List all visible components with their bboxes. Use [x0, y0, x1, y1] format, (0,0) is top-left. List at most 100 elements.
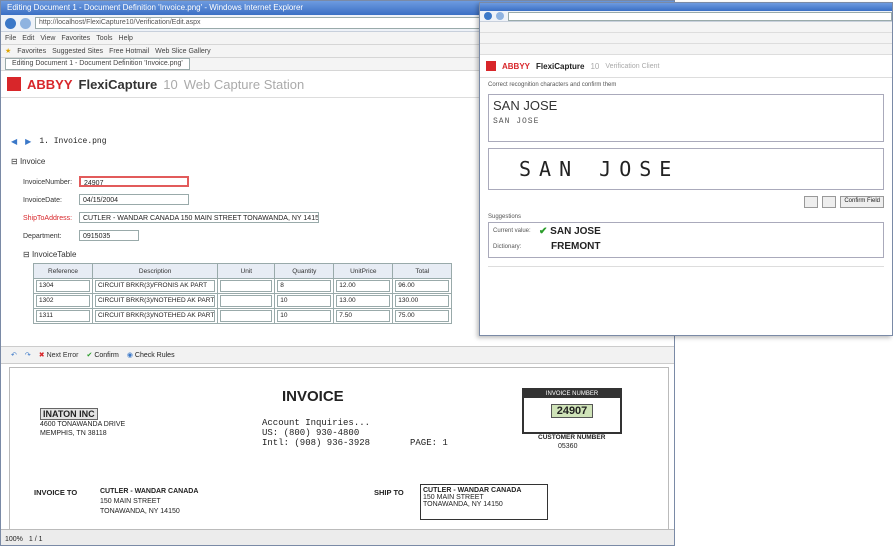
handwriting-image-panel[interactable]: SAN JOSE [488, 148, 884, 190]
browser-tab[interactable]: Editing Document 1 - Document Definition… [5, 58, 190, 70]
back-icon[interactable] [484, 12, 492, 20]
collapse-icon[interactable]: ⊟ [11, 157, 18, 166]
table-cell[interactable] [220, 295, 273, 307]
verification-toolbar: ↶ ↷ ✖ Next Error ✔ Confirm ◉ Check Rules [1, 346, 674, 364]
table-cell[interactable]: 1302 [36, 295, 90, 307]
invoice-number-value: 24907 [551, 404, 593, 418]
table-cell[interactable]: CIRCUIT BRKR(3)/FRONIS AK PART [95, 280, 216, 292]
confirm-field-button[interactable]: Confirm Field [840, 196, 884, 208]
company-name: INATON INC [40, 408, 98, 420]
page-label: PAGE: [410, 438, 438, 448]
table-cell[interactable]: 7.50 [336, 310, 391, 322]
next-error-label: Next Error [46, 352, 79, 359]
suggestion-item[interactable]: FREMONT [551, 241, 600, 252]
table-cell[interactable]: 10 [277, 295, 332, 307]
invoice-to-line-2: 150 MAIN STREET [100, 498, 161, 505]
brand-version: 10 [163, 76, 178, 92]
company-address-2: MEMPHIS, TN 38118 [40, 430, 107, 437]
redo-icon[interactable]: ↷ [25, 351, 31, 359]
us-phone: US: (800) 930-4800 [262, 428, 360, 438]
previous-icon[interactable] [804, 196, 819, 208]
brand-product: FlexiCapture [78, 76, 158, 92]
recognized-value-raw: SAN JOSE [493, 117, 540, 126]
column-header[interactable]: Total [392, 263, 453, 279]
table-cell[interactable]: 1311 [36, 310, 90, 322]
table-row: 1302 CIRCUIT BRKR(3)/NOTEHED AK PART 10 … [33, 293, 453, 309]
page-indicator[interactable]: 1 / 1 [29, 536, 43, 543]
next-doc-icon[interactable]: ▶ [25, 137, 31, 146]
prev-doc-icon[interactable]: ◀ [11, 137, 17, 146]
table-cell[interactable]: 1304 [36, 280, 90, 292]
confirm-button[interactable]: ✔ Confirm [86, 351, 118, 359]
menu-edit[interactable]: Edit [22, 35, 34, 42]
next-error-button[interactable]: ✖ Next Error [39, 351, 79, 359]
tab-strip [480, 44, 892, 55]
forward-icon[interactable] [496, 12, 504, 20]
brand-station: Web Capture Station [183, 76, 305, 92]
suggestion-item[interactable]: ✔ SAN JOSE [539, 226, 601, 237]
check-rules-button[interactable]: ◉ Check Rules [127, 351, 175, 359]
table-cell[interactable]: CIRCUIT BRKR(3)/NOTEHED AK PART [95, 295, 216, 307]
favorites-button[interactable]: Favorites [17, 48, 46, 55]
invoice-to-line-3: TONAWANDA, NY 14150 [100, 508, 180, 515]
invoice-date-label: InvoiceDate: [23, 197, 62, 204]
next-icon[interactable] [822, 196, 837, 208]
account-inquiries: Account Inquiries... [262, 418, 371, 428]
column-header[interactable]: Reference [33, 263, 93, 279]
menu-tools[interactable]: Tools [96, 35, 112, 42]
collapse-icon[interactable]: ⊟ [23, 250, 30, 259]
address-bar[interactable] [508, 11, 892, 21]
table-cell[interactable] [220, 310, 273, 322]
invoice-number-field[interactable]: 24907 [79, 176, 189, 187]
suggested-sites-link[interactable]: Suggested Sites [52, 48, 103, 55]
menu-view[interactable]: View [40, 35, 55, 42]
window-title-bar [480, 3, 892, 11]
ship-address-field[interactable]: CUTLER - WANDAR CANADA 150 MAIN STREET T… [79, 212, 319, 223]
table-cell[interactable]: 12.00 [336, 280, 391, 292]
table-cell[interactable]: 13.00 [336, 295, 391, 307]
table-cell[interactable]: 8 [277, 280, 332, 292]
brand-abbyy: ABBYY [502, 61, 531, 71]
invoice-date-field[interactable]: 04/15/2004 [79, 194, 189, 205]
handwriting-image: SAN JOSE [519, 157, 680, 181]
department-field[interactable]: 0915035 [79, 230, 139, 241]
invoice-table-section[interactable]: ⊟ InvoiceTable [23, 250, 76, 259]
table-cell[interactable]: 130.00 [395, 295, 450, 307]
column-header[interactable]: Unit [217, 263, 276, 279]
menu-bar [480, 22, 892, 33]
ship-to-box: CUTLER - WANDAR CANADA 150 MAIN STREET T… [420, 484, 548, 520]
invoice-number-caption: INVOICE NUMBER [524, 390, 620, 398]
hotmail-link[interactable]: Free Hotmail [109, 48, 149, 55]
section-title: Invoice [19, 157, 46, 166]
table-cell[interactable]: 75.00 [395, 310, 450, 322]
table-cell[interactable]: 10 [277, 310, 332, 322]
forward-icon[interactable] [20, 17, 31, 29]
navigation-bar [480, 11, 892, 22]
invoice-section[interactable]: ⊟ Invoice [11, 157, 45, 166]
invoice-to-label: INVOICE TO [34, 488, 78, 497]
column-header[interactable]: Quantity [274, 263, 335, 279]
menu-favorites[interactable]: Favorites [61, 35, 90, 42]
table-title: InvoiceTable [31, 250, 77, 259]
column-header[interactable]: UnitPrice [333, 263, 394, 279]
ship-to-line-3: TONAWANDA, NY 14150 [423, 501, 503, 508]
table-cell[interactable]: 96.00 [395, 280, 450, 292]
back-icon[interactable] [5, 17, 16, 29]
table-cell[interactable]: CIRCUIT BRKR(3)/NOTEHED AK PART [95, 310, 216, 322]
table-cell[interactable] [220, 280, 273, 292]
page-value: 1 [442, 438, 448, 448]
menu-help[interactable]: Help [119, 35, 133, 42]
customer-number-label: CUSTOMER NUMBER [538, 434, 606, 441]
recognized-value-panel[interactable]: SAN JOSE SAN JOSE [488, 94, 884, 142]
instruction-text: Correct recognition characters and confi… [488, 82, 617, 88]
zoom-level[interactable]: 100% [5, 536, 23, 543]
rules-icon: ◉ [126, 352, 133, 359]
customer-number-value: 05360 [558, 443, 578, 450]
web-slice-link[interactable]: Web Slice Gallery [155, 48, 211, 55]
invoice-image[interactable]: INVOICE INATON INC 4600 TONAWANDA DRIVE … [9, 367, 669, 531]
column-header[interactable]: Description [91, 263, 219, 279]
menu-file[interactable]: File [5, 35, 16, 42]
undo-icon[interactable]: ↶ [11, 351, 17, 359]
recognized-value[interactable]: SAN JOSE [493, 98, 557, 113]
suggestions-panel: Current value: ✔ SAN JOSE Dictionary: FR… [488, 222, 884, 258]
